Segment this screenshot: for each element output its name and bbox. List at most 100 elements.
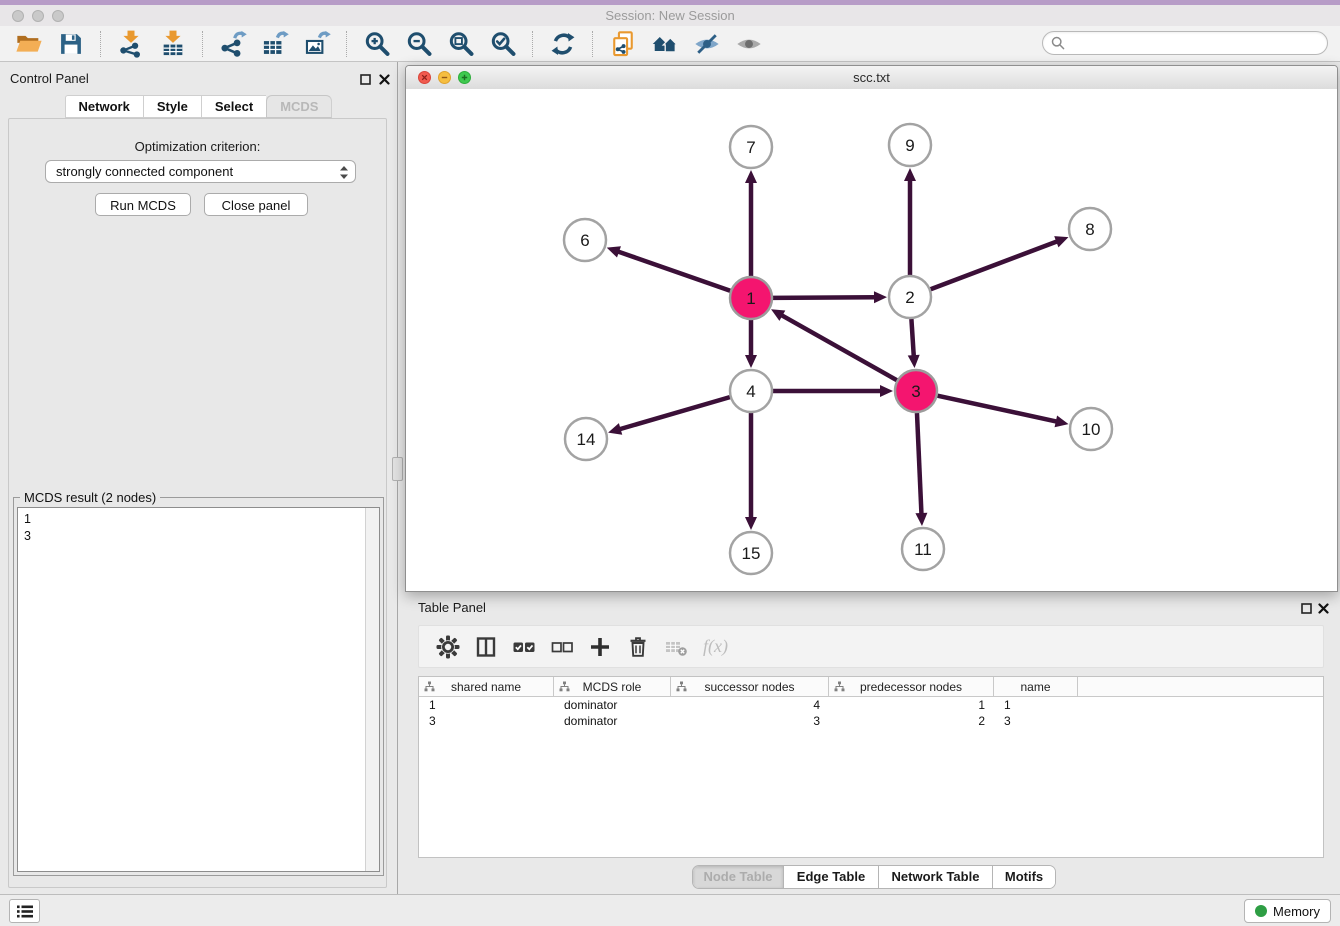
hide-selected-icon[interactable]: [693, 30, 721, 58]
tab-motifs[interactable]: Motifs: [993, 866, 1055, 888]
network-window-titlebar[interactable]: scc.txt: [406, 66, 1337, 90]
mcds-result-text: 1 3: [18, 508, 365, 871]
cell-shared-name[interactable]: 1: [419, 698, 554, 712]
zoom-out-icon[interactable]: [405, 30, 433, 58]
graph-edge-1-6[interactable]: [617, 251, 730, 291]
export-table-icon[interactable]: [261, 30, 289, 58]
export-image-icon[interactable]: [303, 30, 331, 58]
run-mcds-button[interactable]: Run MCDS: [95, 193, 191, 216]
optimization-criterion-label: Optimization criterion:: [9, 139, 386, 154]
tab-mcds[interactable]: MCDS: [266, 95, 332, 118]
zoom-in-icon[interactable]: [363, 30, 391, 58]
tree-icon: [834, 681, 845, 695]
import-table-icon[interactable]: [159, 30, 187, 58]
graph-arrowhead: [915, 513, 927, 526]
graph-node-label-3: 3: [911, 382, 920, 401]
tab-style[interactable]: Style: [143, 95, 201, 118]
deselect-all-icon[interactable]: [549, 634, 575, 660]
import-network-icon[interactable]: [117, 30, 145, 58]
save-session-icon[interactable]: [57, 30, 85, 58]
delete-column-trash-icon[interactable]: [625, 634, 651, 660]
select-all-icon[interactable]: [511, 634, 537, 660]
tab-node-table[interactable]: Node Table: [693, 866, 784, 888]
cell-mcds-role[interactable]: dominator: [554, 698, 671, 712]
graph-arrowhead: [607, 246, 621, 257]
tree-icon: [424, 681, 435, 695]
search-icon: [1051, 36, 1065, 50]
table-row[interactable]: 3 dominator 3 2 3: [419, 713, 1323, 729]
optimization-criterion-select[interactable]: strongly connected component: [45, 160, 356, 183]
table-toolbar: f(x): [418, 625, 1324, 668]
node-table[interactable]: shared name MCDS role successor nodes pr…: [418, 676, 1324, 858]
graph-arrowhead: [745, 170, 757, 183]
graph-arrowhead: [1054, 236, 1068, 247]
graph-edge-1-2[interactable]: [773, 297, 876, 298]
close-panel-button[interactable]: Close panel: [204, 193, 308, 216]
refresh-icon[interactable]: [549, 30, 577, 58]
new-network-from-selection-icon[interactable]: [609, 30, 637, 58]
graph-arrowhead: [874, 291, 887, 303]
mcds-result-title: MCDS result (2 nodes): [20, 490, 160, 505]
app-titlebar: Session: New Session: [0, 5, 1340, 27]
memory-label: Memory: [1273, 904, 1320, 919]
graph-edge-3-10[interactable]: [937, 396, 1057, 422]
cell-name[interactable]: 3: [994, 714, 1078, 728]
table-settings-gear-icon[interactable]: [435, 634, 461, 660]
graph-node-label-2: 2: [905, 288, 914, 307]
vertical-splitter-grip[interactable]: [392, 457, 403, 481]
table-header: shared name MCDS role successor nodes pr…: [419, 677, 1323, 697]
cell-shared-name[interactable]: 3: [419, 714, 554, 728]
cell-successor-nodes[interactable]: 3: [671, 714, 829, 728]
graph-edge-2-8[interactable]: [931, 241, 1059, 289]
toolbar-divider: [100, 31, 102, 57]
search-field[interactable]: [1042, 31, 1328, 55]
float-table-panel-icon[interactable]: [1301, 601, 1313, 613]
network-graph[interactable]: 7968124314101511: [406, 89, 1337, 591]
memory-status-icon: [1255, 905, 1267, 917]
zoom-fit-icon[interactable]: [447, 30, 475, 58]
cell-mcds-role[interactable]: dominator: [554, 714, 671, 728]
tab-select[interactable]: Select: [201, 95, 266, 118]
search-input[interactable]: [1070, 35, 1327, 52]
column-header-name[interactable]: name: [994, 677, 1078, 696]
network-canvas[interactable]: 7968124314101511: [406, 89, 1337, 591]
close-table-panel-icon[interactable]: [1318, 601, 1330, 613]
network-view-window: scc.txt 7968124314101511: [405, 65, 1338, 592]
close-panel-icon[interactable]: [379, 72, 391, 84]
function-builder-icon-disabled: f(x): [703, 636, 728, 657]
table-tabs: Node Table Edge Table Network Table Moti…: [692, 865, 1056, 889]
column-header-shared-name[interactable]: shared name: [419, 677, 554, 696]
graph-arrowhead: [745, 355, 757, 368]
graph-edge-3-1[interactable]: [781, 315, 897, 381]
cell-successor-nodes[interactable]: 4: [671, 698, 829, 712]
export-network-icon[interactable]: [219, 30, 247, 58]
column-header-mcds-role[interactable]: MCDS role: [554, 677, 671, 696]
graph-arrowhead: [745, 517, 757, 530]
tab-network-table[interactable]: Network Table: [879, 866, 993, 888]
list-icon: [16, 904, 34, 919]
column-header-successor-nodes[interactable]: successor nodes: [671, 677, 829, 696]
graph-node-label-15: 15: [742, 544, 761, 563]
first-neighbors-icon[interactable]: [651, 30, 679, 58]
graph-edge-3-11[interactable]: [917, 413, 922, 515]
zoom-selected-icon[interactable]: [489, 30, 517, 58]
show-panels-button[interactable]: [9, 899, 40, 923]
cell-predecessor-nodes[interactable]: 2: [829, 714, 994, 728]
toolbar-divider: [592, 31, 594, 57]
table-row[interactable]: 1 dominator 4 1 1: [419, 697, 1323, 713]
cell-name[interactable]: 1: [994, 698, 1078, 712]
graph-node-label-6: 6: [580, 231, 589, 250]
show-columns-icon[interactable]: [473, 634, 499, 660]
show-all-icon[interactable]: [735, 30, 763, 58]
memory-button[interactable]: Memory: [1244, 899, 1331, 923]
column-header-predecessor-nodes[interactable]: predecessor nodes: [829, 677, 994, 696]
graph-edge-2-3[interactable]: [911, 319, 913, 357]
cell-predecessor-nodes[interactable]: 1: [829, 698, 994, 712]
float-panel-icon[interactable]: [360, 72, 372, 84]
graph-edge-4-14[interactable]: [619, 397, 730, 429]
result-scrollbar[interactable]: [365, 508, 379, 871]
tab-edge-table[interactable]: Edge Table: [784, 866, 879, 888]
create-column-plus-icon[interactable]: [587, 634, 613, 660]
open-session-icon[interactable]: [15, 30, 43, 58]
tab-network[interactable]: Network: [65, 95, 143, 118]
